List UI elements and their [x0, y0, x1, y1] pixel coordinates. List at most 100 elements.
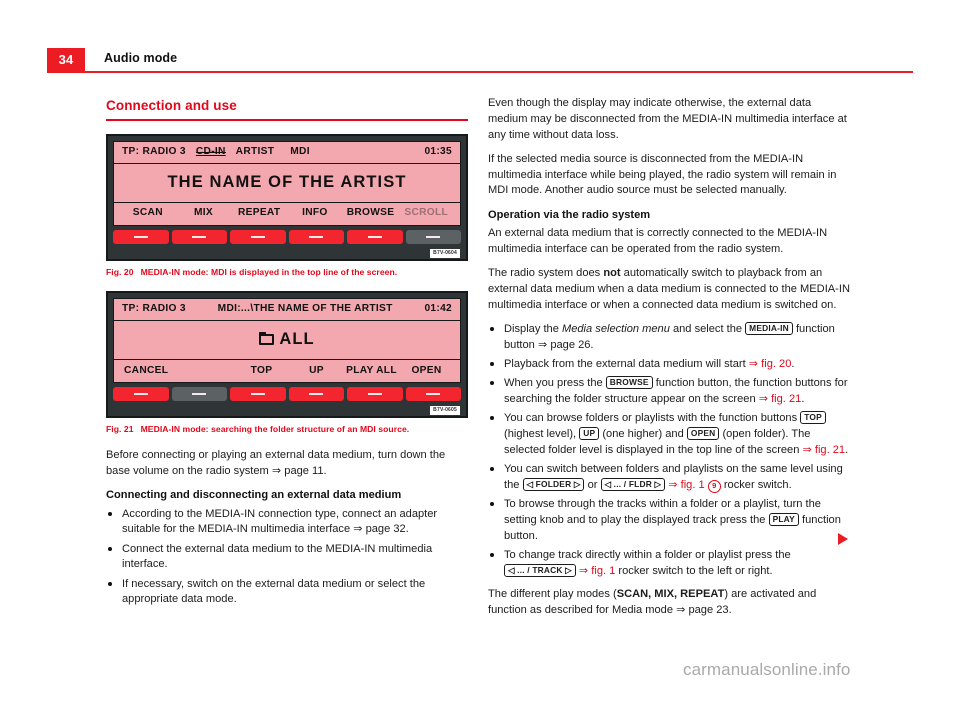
- rb2-text-a: Playback from the external data medium w…: [504, 358, 749, 370]
- screen-main-text-fig21: ALL: [114, 321, 460, 360]
- unit-footer-fig20: B7V-0604: [113, 248, 461, 259]
- hardware-button-row-fig20: [113, 226, 461, 248]
- list-item: When you press the BROWSE function butto…: [488, 376, 850, 408]
- screen-top-line-fig20: TP: RADIO 3 CD-IN ARTIST MDI 01:35: [114, 142, 460, 164]
- rb7-figref[interactable]: ⇒ fig. 1: [579, 565, 615, 577]
- hardware-button-5[interactable]: [347, 229, 403, 244]
- button-dash-icon: [367, 235, 382, 238]
- keycap-track-rocker[interactable]: ◁ ... / TRACK ▷: [504, 563, 576, 577]
- rb3-figref[interactable]: ⇒ fig. 21: [759, 393, 802, 405]
- right-paragraph-4a: The radio system does: [488, 267, 604, 280]
- fn-button-up[interactable]: UP: [289, 364, 344, 378]
- closing-text-a: The different play modes (: [488, 588, 617, 601]
- list-item: Playback from the external data medium w…: [488, 357, 850, 373]
- screen-mode-label: MDI: [290, 145, 310, 157]
- closing-ref[interactable]: ⇒ page 23.: [676, 604, 732, 616]
- list-item: According to the MEDIA-IN connection typ…: [106, 507, 468, 539]
- hardware-button-row-fig21: [113, 383, 461, 405]
- list-item: Connect the external data medium to the …: [106, 542, 468, 574]
- button-dash-icon: [309, 392, 324, 395]
- keycap-up[interactable]: UP: [579, 427, 600, 440]
- hardware-button-3[interactable]: [230, 386, 286, 401]
- hardware-button-6[interactable]: [405, 386, 461, 401]
- keycap-open[interactable]: OPEN: [686, 427, 720, 440]
- keycap-browse[interactable]: BROWSE: [605, 376, 653, 390]
- button-dash-icon: [133, 392, 148, 395]
- hardware-button-4[interactable]: [288, 386, 344, 401]
- list-item: To change track directly within a folder…: [488, 548, 850, 580]
- bullet-icon: [490, 327, 494, 331]
- bullet-text-3: If necessary, switch on the external dat…: [122, 577, 426, 606]
- fn-button-browse[interactable]: BROWSE: [343, 206, 399, 220]
- page-number: 34: [47, 48, 85, 71]
- fn-button-play-all[interactable]: PLAY ALL: [344, 364, 399, 378]
- keycap-top[interactable]: TOP: [800, 411, 826, 425]
- left-column: Connection and use TP: RADIO 3 CD-IN ART…: [106, 96, 468, 612]
- screen-input-label: CD-IN: [195, 145, 226, 159]
- rb2-text-b: .: [791, 358, 795, 370]
- hardware-button-5[interactable]: [347, 386, 403, 401]
- hardware-button-2[interactable]: [171, 229, 227, 244]
- bullet-icon: [490, 416, 494, 421]
- rb2-figref[interactable]: ⇒ fig. 20: [749, 358, 792, 370]
- screen-function-row-fig21: CANCEL TOP UP PLAY ALL OPEN: [114, 360, 460, 382]
- button-dash-icon: [250, 235, 265, 238]
- screen-main-text-fig20: THE NAME OF THE ARTIST: [114, 164, 460, 203]
- hardware-button-4[interactable]: [288, 229, 344, 244]
- right-paragraph-2: If the selected media source is disconne…: [488, 152, 837, 197]
- right-subheading: Operation via the radio system: [488, 208, 651, 221]
- hardware-button-1[interactable]: [113, 386, 169, 401]
- screen-source-label-fig21: TP: RADIO 3: [122, 303, 186, 314]
- fn-button-info[interactable]: INFO: [287, 206, 343, 220]
- button-dash-icon: [426, 392, 441, 395]
- figure-caption-21: Fig. 21 MEDIA-IN mode: searching the fold…: [106, 423, 468, 435]
- hardware-button-3[interactable]: [230, 229, 286, 244]
- rb5-figref[interactable]: ⇒ fig. 1: [668, 479, 704, 491]
- figure-caption-20: Fig. 20 MEDIA-IN mode: MDI is displayed i…: [106, 266, 468, 278]
- rb4-figref[interactable]: ⇒ fig. 21: [802, 444, 845, 456]
- rb4-text-e: .: [845, 443, 849, 456]
- bullet-text-2: Connect the external data medium to the …: [122, 542, 433, 571]
- section-heading-divider: [106, 119, 468, 121]
- hardware-button-2[interactable]: [171, 386, 227, 401]
- keycap-fldr-rocker[interactable]: ◁ ... / FLDR ▷: [600, 477, 666, 491]
- figure-caption-number-20: Fig. 20: [106, 266, 134, 277]
- hardware-button-1[interactable]: [113, 229, 169, 244]
- rb1-ref[interactable]: ⇒ page 26.: [538, 339, 594, 351]
- screen-source-label: TP: RADIO 3: [122, 145, 186, 157]
- hardware-button-6[interactable]: [405, 229, 461, 244]
- fn-button-open[interactable]: OPEN: [399, 364, 454, 378]
- bullet-ref-1[interactable]: ⇒ page 32.: [353, 523, 409, 535]
- fn-button-repeat[interactable]: REPEAT: [231, 206, 287, 220]
- section-heading: Connection and use: [106, 98, 237, 113]
- list-item: If necessary, switch on the external dat…: [106, 577, 468, 609]
- fn-button-mix[interactable]: MIX: [176, 206, 232, 220]
- button-dash-icon: [250, 392, 265, 395]
- keycap-folder-rocker[interactable]: ◁ FOLDER ▷: [522, 477, 585, 491]
- bullet-icon: [490, 552, 494, 557]
- radio-unit-fig21: TP: RADIO 3 MDI:...\THE NAME OF THE ARTI…: [106, 290, 468, 418]
- header-divider: [47, 71, 913, 73]
- list-item: You can switch between folders and playl…: [488, 462, 850, 494]
- screen-function-row-fig20: SCAN MIX REPEAT INFO BROWSE SCROLL: [114, 203, 460, 225]
- closing-play-modes: SCAN, MIX, REPEAT: [616, 588, 725, 601]
- right-column: Even though the display may indicate oth…: [488, 96, 850, 627]
- fn-button-cancel[interactable]: CANCEL: [120, 364, 179, 378]
- button-dash-icon: [133, 235, 148, 238]
- figure-caption-text-21: MEDIA-IN mode: searching the folder stru…: [140, 423, 410, 434]
- keycap-media-in[interactable]: MEDIA-IN: [745, 322, 793, 335]
- fn-button-scroll[interactable]: SCROLL: [398, 206, 454, 220]
- screen-time-label-fig21: 01:42: [424, 303, 453, 314]
- radio-unit-fig20: TP: RADIO 3 CD-IN ARTIST MDI 01:35 THE N…: [106, 133, 468, 261]
- fn-button-top[interactable]: TOP: [234, 364, 289, 378]
- figure-caption-text-20: MEDIA-IN mode: MDI is displayed in the t…: [140, 266, 398, 277]
- screen-time-label: 01:35: [424, 145, 452, 157]
- right-paragraph-4-emphasis: not: [603, 267, 621, 280]
- page-header: 34 Audio mode: [47, 48, 913, 73]
- left-intro-paragraph: Before connecting or playing an external…: [106, 448, 468, 480]
- right-paragraph-4: The radio system does not automatically …: [488, 266, 850, 313]
- rb4-text-b: (highest level),: [504, 428, 580, 440]
- fn-button-scan[interactable]: SCAN: [120, 206, 176, 220]
- keycap-play[interactable]: PLAY: [768, 512, 799, 526]
- left-intro-ref[interactable]: ⇒ page 11.: [272, 465, 327, 477]
